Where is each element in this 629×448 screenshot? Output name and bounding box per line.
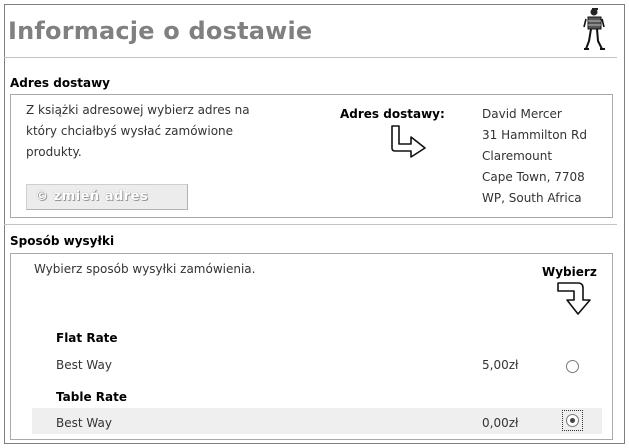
delivery-address-heading: Adres dostawy [10,76,110,90]
address-line-1: David Mercer [482,107,562,121]
table-rate-price: 0,00zł [482,416,519,430]
change-address-icon: © [35,189,49,204]
address-line-5: WP, South Africa [482,191,582,205]
address-line-2: 31 Hammilton Rd [482,128,587,142]
address-instructions-line-2: który chciałbyś wysłać zamówione [26,124,234,138]
table-rate-option[interactable]: Best Way [56,413,112,433]
shipping-group-table-rate: Table Rate [56,390,127,404]
shipping-method-heading: Sposób wysyłki [10,234,115,248]
change-address-button[interactable]: © zmień adres [26,184,188,210]
flat-rate-radio[interactable] [566,360,579,373]
address-line-3: Claremount [482,149,553,163]
title-separator [4,57,617,58]
flat-rate-option[interactable]: Best Way [56,355,112,375]
page-title: Informacje o dostawie [8,17,313,45]
mover-with-box-icon [583,8,605,50]
choose-label: Wybierz [542,265,597,279]
curved-arrow-right-icon [391,125,426,158]
address-instructions-line-1: Z książki adresowej wybierz adres na [26,103,250,117]
change-address-label: zmień adres [53,189,149,204]
section-separator [4,224,617,225]
flat-rate-price: 5,00zł [482,358,519,372]
address-instructions-line-3: produkty. [26,145,82,159]
curved-arrow-down-icon [557,282,591,315]
shipping-group-flat-rate: Flat Rate [56,331,118,345]
delivery-address-label: Adres dostawy: [340,107,445,121]
table-rate-radio[interactable] [566,414,579,427]
shipping-instructions: Wybierz sposób wysyłki zamówienia. [34,262,256,276]
address-line-4: Cape Town, 7708 [482,170,585,184]
